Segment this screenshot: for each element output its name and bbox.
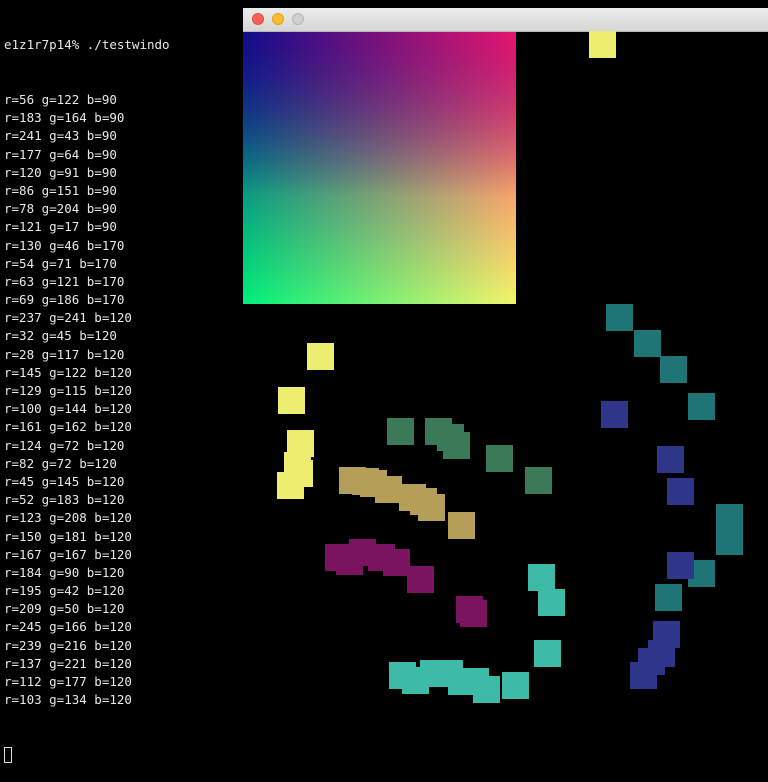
colored-square — [486, 445, 513, 472]
colored-square — [716, 504, 743, 531]
terminal-line: r=32 g=45 b=120 — [4, 328, 117, 344]
colored-square — [525, 467, 552, 494]
terminal-line: r=239 g=216 b=120 — [4, 637, 132, 653]
gradient-overlay — [243, 32, 516, 304]
terminal-line: r=183 g=164 b=90 — [4, 110, 125, 126]
text-cursor — [4, 747, 12, 764]
terminal-line: r=78 g=204 b=90 — [4, 201, 117, 217]
terminal-line: r=184 g=90 b=120 — [4, 564, 125, 580]
colored-square — [688, 393, 715, 420]
terminal-line: r=137 g=221 b=120 — [4, 655, 132, 671]
terminal-line: r=177 g=64 b=90 — [4, 146, 117, 162]
colored-square — [534, 640, 561, 667]
colored-square — [538, 589, 565, 616]
zoom-button[interactable] — [292, 13, 304, 25]
colored-square — [286, 460, 313, 487]
colored-square — [655, 584, 682, 611]
colored-square — [448, 512, 475, 539]
minimize-button[interactable] — [272, 13, 284, 25]
terminal-line: r=150 g=181 b=120 — [4, 528, 132, 544]
colored-square — [336, 548, 363, 575]
terminal-line: r=86 g=151 b=90 — [4, 182, 117, 198]
terminal-line: r=120 g=91 b=90 — [4, 164, 117, 180]
terminal-lines: r=56 g=122 b=90 r=183 g=164 b=90 r=241 g=4… — [4, 91, 240, 709]
colored-square — [716, 528, 743, 555]
terminal-line: r=69 g=186 b=170 — [4, 292, 125, 308]
terminal-cursor-line[interactable] — [4, 746, 240, 764]
testwindo-title-bar[interactable] — [243, 8, 768, 32]
terminal-line: r=245 g=166 b=120 — [4, 619, 132, 635]
colored-square — [436, 660, 463, 687]
terminal-line: r=45 g=145 b=120 — [4, 473, 125, 489]
colored-square — [383, 549, 410, 576]
colored-square — [407, 566, 434, 593]
colored-square — [606, 304, 633, 331]
terminal-line: r=124 g=72 b=120 — [4, 437, 125, 453]
colored-square — [443, 432, 470, 459]
terminal-line: r=130 g=46 b=170 — [4, 237, 125, 253]
terminal-line: r=129 g=115 b=120 — [4, 383, 132, 398]
terminal-line: r=112 g=177 b=120 — [4, 674, 132, 689]
colored-square — [460, 600, 487, 627]
colored-square — [648, 640, 675, 667]
terminal-line: r=54 g=71 b=170 — [4, 255, 117, 271]
colored-square — [278, 387, 305, 414]
color-gradient-square — [243, 32, 516, 304]
terminal-line: r=103 g=134 b=120 — [4, 692, 132, 708]
colored-square — [667, 552, 694, 579]
colored-square — [667, 478, 694, 505]
terminal-line: r=56 g=122 b=90 — [4, 92, 117, 107]
terminal-line: r=82 g=72 b=120 — [4, 455, 117, 471]
terminal-line: r=241 g=43 b=90 — [4, 128, 117, 144]
colored-square — [660, 356, 687, 383]
colored-square — [601, 401, 628, 428]
colored-square — [387, 418, 414, 445]
colored-square — [410, 488, 437, 515]
terminal-output: e1z1r7p14% ./testwindo r=56 g=122 b=90 r=… — [0, 0, 240, 764]
terminal-line: r=28 g=117 b=120 — [4, 346, 125, 362]
terminal-line: r=161 g=162 b=120 — [4, 419, 132, 435]
terminal-line: r=63 g=121 b=170 — [4, 273, 125, 289]
colored-square — [502, 672, 529, 699]
terminal-line: r=121 g=17 b=90 — [4, 219, 117, 235]
terminal-line: r=145 g=122 b=120 — [4, 364, 132, 380]
colored-square — [360, 470, 387, 497]
colored-square — [462, 668, 489, 695]
colored-square — [589, 31, 616, 58]
terminal-line: r=167 g=167 b=120 — [4, 546, 132, 562]
terminal-prompt-line: e1z1r7p14% ./testwindo — [4, 37, 170, 53]
terminal-line: r=100 g=144 b=120 — [4, 401, 132, 417]
terminal-line: r=209 g=50 b=120 — [4, 601, 125, 617]
close-button[interactable] — [252, 13, 264, 25]
colored-square — [634, 330, 661, 357]
colored-square — [307, 343, 334, 370]
colored-square — [402, 667, 429, 694]
colored-square — [657, 446, 684, 473]
terminal-line: r=237 g=241 b=120 — [4, 310, 132, 326]
terminal-line: r=195 g=42 b=120 — [4, 583, 125, 599]
colored-square — [528, 564, 555, 591]
terminal-line: r=52 g=183 b=120 — [4, 492, 125, 508]
terminal-line: r=123 g=208 b=120 — [4, 510, 132, 526]
